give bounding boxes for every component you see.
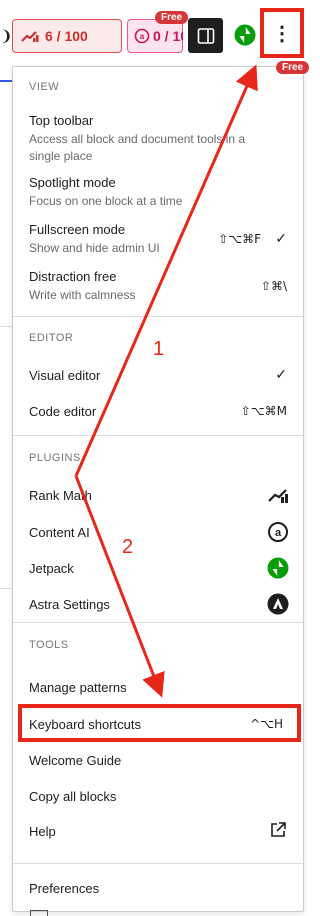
annotation-step-1: 1 [153,338,165,360]
arrow-step-2 [74,475,165,698]
arrow-step-1 [74,64,258,477]
annotation-arrows [74,64,258,698]
annotation-step-2: 2 [122,536,134,558]
bottom-partial-element [30,910,48,916]
